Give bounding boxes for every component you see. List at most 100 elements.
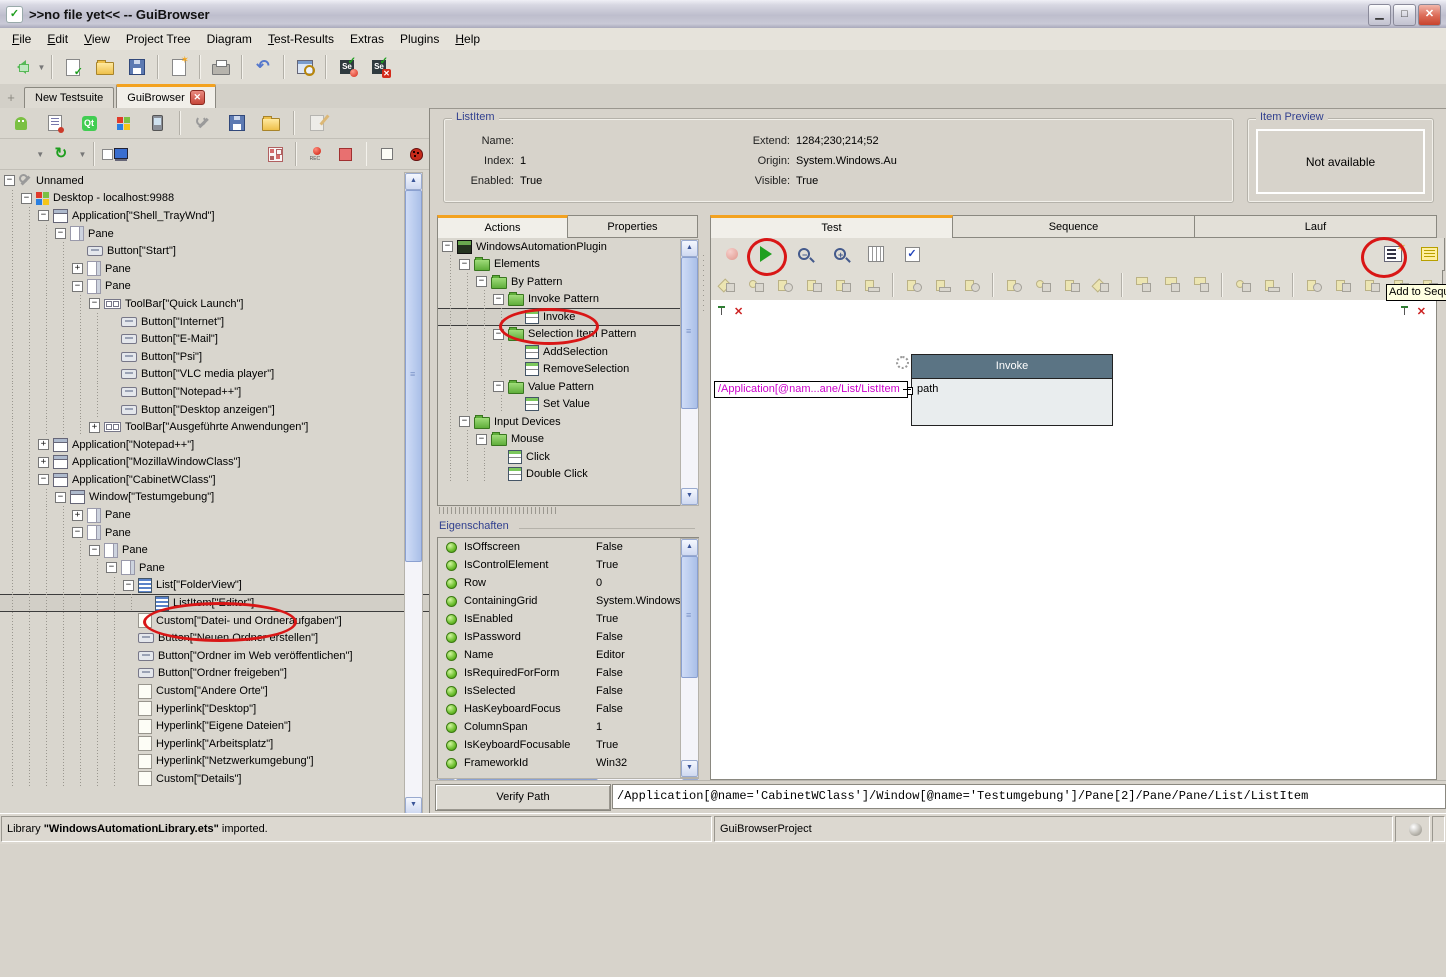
java-button[interactable] bbox=[40, 109, 70, 137]
element-path-field[interactable]: /Application[@name='CabinetWClass']/Wind… bbox=[612, 784, 1446, 809]
tree-row[interactable]: Button["Neuen Ordner erstellen"] bbox=[0, 629, 429, 647]
scroll-thumb[interactable] bbox=[405, 190, 422, 562]
validate-check-button[interactable]: ✓ bbox=[897, 240, 927, 268]
tree-row[interactable]: −Application["Shell_TrayWnd"] bbox=[0, 207, 429, 225]
tree-row[interactable]: Button["Notepad++"] bbox=[0, 383, 429, 401]
tree-row[interactable]: Click bbox=[438, 448, 699, 466]
tree-row[interactable]: −Invoke Pattern bbox=[438, 291, 699, 309]
tree-row[interactable]: −By Pattern bbox=[438, 273, 699, 291]
tree-row[interactable]: Hyperlink["Netzwerkumgebung"] bbox=[0, 753, 429, 771]
link-join-button[interactable] bbox=[1260, 271, 1284, 299]
scroll-thumb[interactable] bbox=[681, 257, 698, 409]
element-delete-button[interactable] bbox=[1031, 271, 1055, 299]
collapse-icon[interactable]: − bbox=[476, 434, 487, 445]
tree-row[interactable]: Hyperlink["Desktop"] bbox=[0, 700, 429, 718]
collapse-icon[interactable]: − bbox=[493, 329, 504, 340]
tree-row[interactable]: −Unnamed bbox=[0, 172, 429, 190]
property-row[interactable]: NameEditor bbox=[438, 646, 699, 664]
collapse-icon[interactable]: − bbox=[72, 527, 83, 538]
minimize-button[interactable]: ▁ bbox=[1368, 4, 1391, 26]
form-view-button[interactable] bbox=[1414, 240, 1444, 268]
tree-row[interactable]: +ToolBar["Ausgeführte Anwendungen"] bbox=[0, 418, 429, 436]
scroll-thumb[interactable] bbox=[681, 556, 698, 678]
invoke-action-node[interactable]: Invoke path bbox=[911, 354, 1113, 426]
align-middle-button[interactable] bbox=[831, 271, 855, 299]
anchor-pin-icon[interactable] bbox=[1400, 306, 1411, 318]
layout-tree-c-button[interactable] bbox=[1189, 271, 1213, 299]
property-row[interactable]: Row0 bbox=[438, 574, 699, 592]
menu-help[interactable]: Help bbox=[447, 30, 488, 48]
tree-row[interactable]: +Application["MozillaWindowClass"] bbox=[0, 454, 429, 472]
clear-x-button[interactable] bbox=[6, 140, 31, 168]
expand-icon[interactable]: + bbox=[38, 457, 49, 468]
tree-row[interactable]: −Pane bbox=[0, 225, 429, 243]
collapse-icon[interactable]: − bbox=[493, 381, 504, 392]
dropdown-button[interactable]: ▼ bbox=[78, 140, 87, 168]
tree-row[interactable]: −Pane bbox=[0, 559, 429, 577]
scroll-down-arrow[interactable]: ▼ bbox=[681, 760, 698, 777]
dropdown-button[interactable]: ▼ bbox=[35, 140, 44, 168]
tree-row[interactable]: AddSelection bbox=[438, 343, 699, 361]
edit-button[interactable] bbox=[302, 109, 332, 137]
scroll-down-arrow[interactable]: ▼ bbox=[405, 797, 422, 814]
tree-row[interactable]: Double Click bbox=[438, 466, 699, 484]
new-file-button[interactable]: ✶ bbox=[164, 53, 194, 81]
tree-row[interactable]: −List["FolderView"] bbox=[0, 577, 429, 595]
property-row[interactable]: ContainingGridSystem.Windows. bbox=[438, 592, 699, 610]
element-up-button[interactable] bbox=[1089, 271, 1113, 299]
tree-row[interactable]: −Application["CabinetWClass"] bbox=[0, 471, 429, 489]
qt-button[interactable]: Qt bbox=[74, 109, 104, 137]
stop-button[interactable] bbox=[333, 140, 358, 168]
windows-button[interactable] bbox=[108, 109, 138, 137]
wrench-button[interactable] bbox=[188, 109, 218, 137]
grid-button[interactable] bbox=[861, 240, 891, 268]
tree-row[interactable]: RemoveSelection bbox=[438, 361, 699, 379]
align-center-h-button[interactable] bbox=[744, 271, 768, 299]
add-to-sequence-button[interactable] bbox=[1378, 240, 1408, 268]
tree-row[interactable]: +Pane bbox=[0, 260, 429, 278]
collapse-icon[interactable]: − bbox=[89, 545, 100, 556]
tree-row[interactable]: −Desktop - localhost:9988 bbox=[0, 190, 429, 208]
menu-project-tree[interactable]: Project Tree bbox=[118, 30, 199, 48]
tree-row[interactable]: ListItem["Editor"] bbox=[0, 594, 429, 612]
expand-icon[interactable]: + bbox=[72, 510, 83, 521]
expand-icon[interactable]: + bbox=[38, 439, 49, 450]
tree-row[interactable]: Button["Ordner freigeben"] bbox=[0, 665, 429, 683]
scroll-up-arrow[interactable]: ▲ bbox=[681, 539, 698, 556]
remove-anchor-icon[interactable]: ✕ bbox=[1417, 305, 1426, 318]
tree-row[interactable]: −Input Devices bbox=[438, 413, 699, 431]
tab-test[interactable]: Test bbox=[710, 215, 953, 238]
selenium-stop-button[interactable]: Se✓✕ bbox=[364, 53, 394, 81]
property-row[interactable]: HasKeyboardFocusFalse bbox=[438, 700, 699, 718]
verify-path-button[interactable]: Verify Path bbox=[435, 784, 611, 811]
anchor-pin-icon[interactable] bbox=[717, 306, 728, 318]
tree-row[interactable]: −Elements bbox=[438, 256, 699, 274]
element-star-button[interactable] bbox=[1060, 271, 1084, 299]
record-disabled-button[interactable] bbox=[717, 240, 747, 268]
menu-view[interactable]: View bbox=[76, 30, 118, 48]
tree-row[interactable]: Custom["Datei- und Ordneraufgaben"] bbox=[0, 612, 429, 630]
tree-row[interactable]: −Pane bbox=[0, 278, 429, 296]
align-right-button[interactable] bbox=[773, 271, 797, 299]
property-row[interactable]: IsRequiredForFormFalse bbox=[438, 664, 699, 682]
tab-sequence[interactable]: Sequence bbox=[953, 215, 1195, 238]
tree-row[interactable]: −Pane bbox=[0, 541, 429, 559]
collapse-icon[interactable]: − bbox=[442, 241, 453, 252]
collapse-icon[interactable]: − bbox=[106, 562, 117, 573]
bug-button[interactable] bbox=[404, 140, 429, 168]
new-tab-button[interactable]: + bbox=[0, 88, 22, 108]
conn-ortho-1-button[interactable] bbox=[1331, 271, 1355, 299]
collapse-icon[interactable]: − bbox=[72, 281, 83, 292]
tab-actions[interactable]: Actions bbox=[437, 215, 568, 238]
tree-row[interactable]: Button["E-Mail"] bbox=[0, 330, 429, 348]
conn-ortho-2-button[interactable] bbox=[1360, 271, 1384, 299]
tree-row[interactable]: Hyperlink["Arbeitsplatz"] bbox=[0, 735, 429, 753]
path-input-box[interactable]: /Application[@nam...ane/List/ListItem bbox=[714, 381, 908, 398]
node-insert-button[interactable] bbox=[902, 271, 926, 299]
save-small-button[interactable] bbox=[222, 109, 252, 137]
layout-tree-h-button[interactable] bbox=[1131, 271, 1155, 299]
element-add-button[interactable] bbox=[1002, 271, 1026, 299]
collapse-icon[interactable]: − bbox=[38, 474, 49, 485]
android-button[interactable] bbox=[6, 109, 36, 137]
tree-row[interactable]: −Window["Testumgebung"] bbox=[0, 489, 429, 507]
